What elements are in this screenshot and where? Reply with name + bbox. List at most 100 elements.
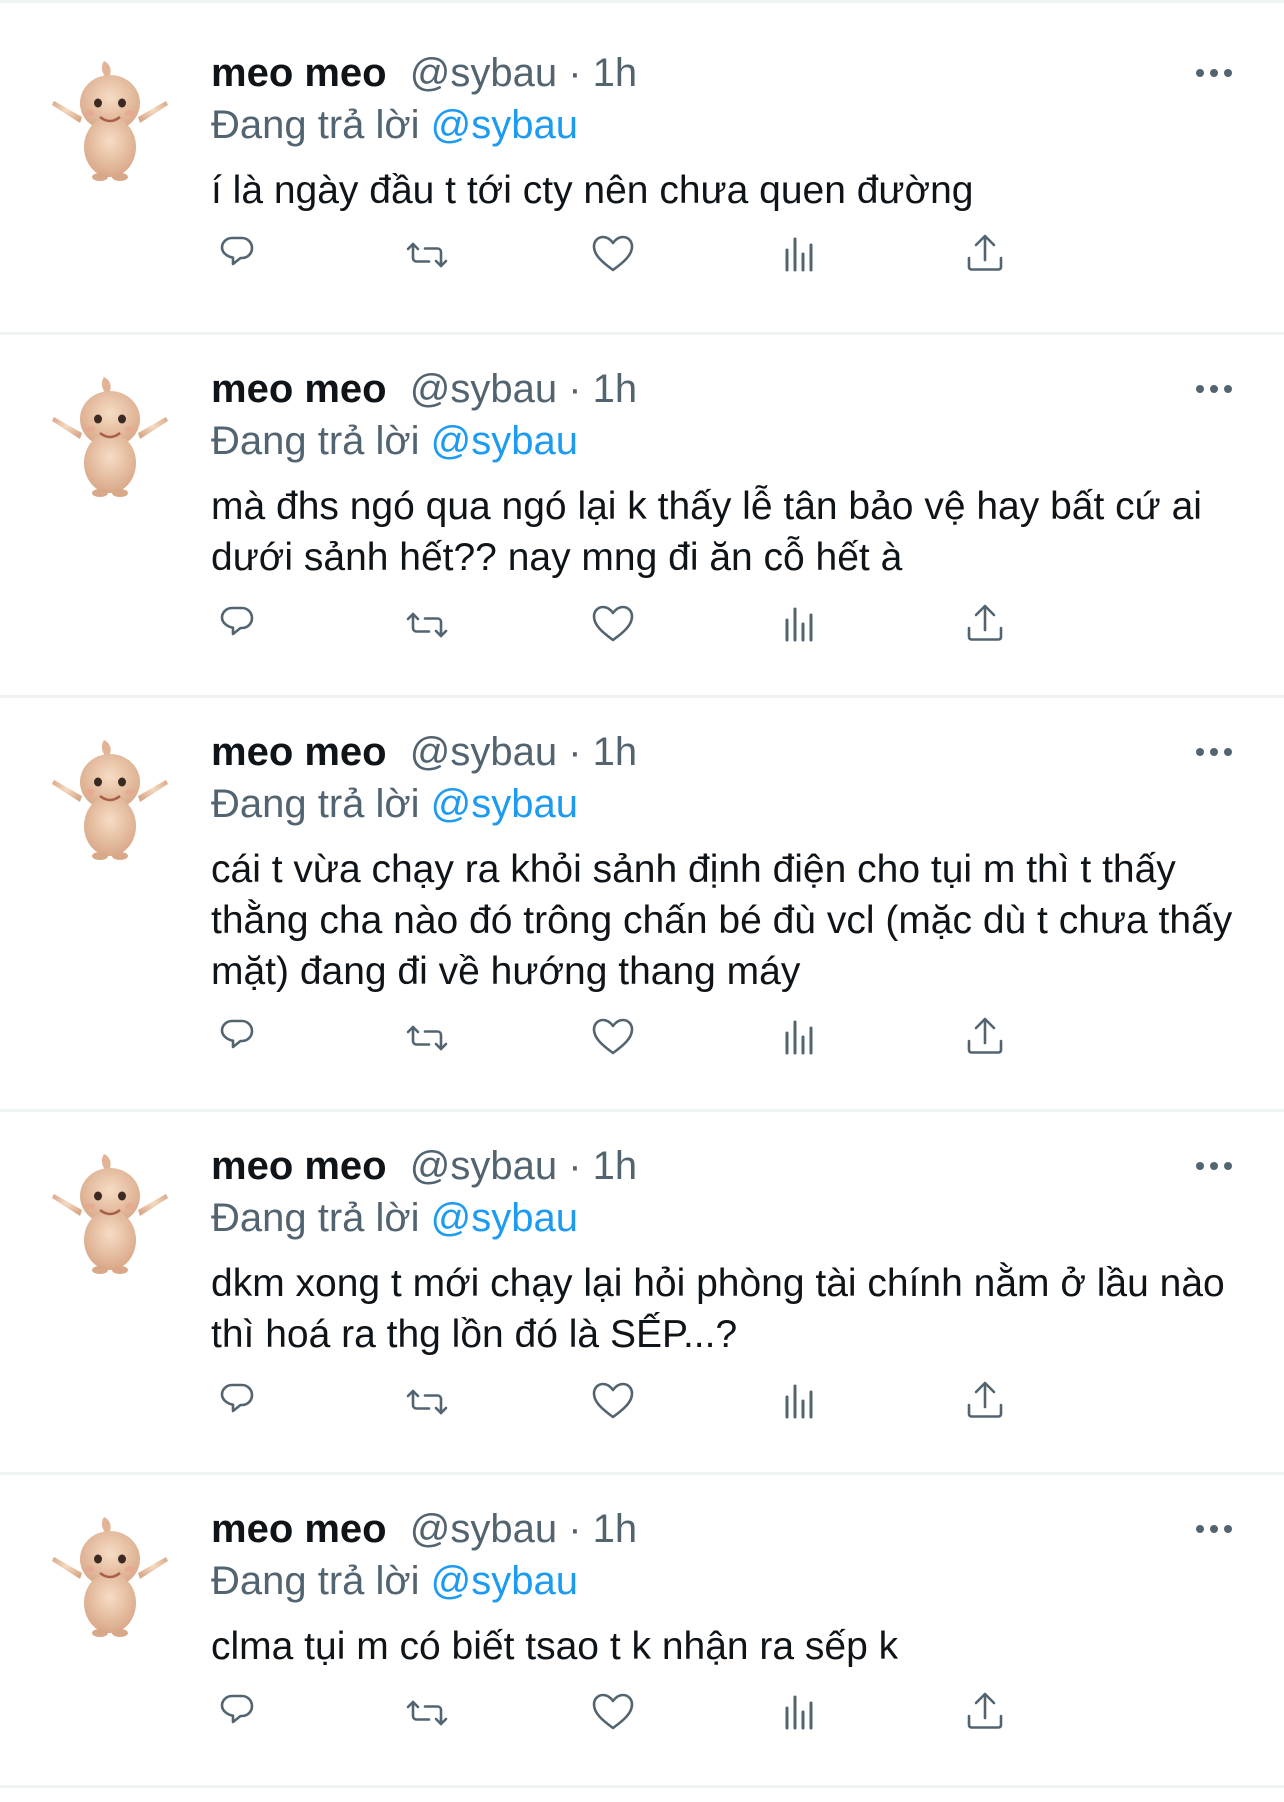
reply-icon (220, 606, 254, 636)
share-button[interactable] (955, 595, 1015, 655)
action-bar (211, 1372, 1151, 1432)
tweet-header: meo meo @sybau · 1h (211, 47, 1244, 99)
replying-to: Đang trả lời @sybau (211, 778, 1244, 830)
handle[interactable]: @sybau (410, 367, 557, 411)
handle[interactable]: @sybau (410, 730, 557, 774)
share-icon (967, 1381, 1003, 1418)
more-dots-icon[interactable] (1184, 367, 1244, 411)
timestamp[interactable]: 1h (593, 730, 638, 774)
like-button[interactable] (583, 1372, 643, 1432)
more-dots-icon[interactable] (1184, 730, 1244, 774)
action-bar (211, 225, 1151, 285)
views-button[interactable] (769, 1008, 829, 1068)
separator: · (568, 730, 582, 774)
replying-to: Đang trả lời @sybau (211, 99, 1244, 151)
share-button[interactable] (955, 1683, 1015, 1743)
tweet-text: mà đhs ngó qua ngó lại k thấy lễ tân bảo… (211, 485, 1202, 579)
avatar[interactable] (46, 1148, 174, 1276)
heart-icon (592, 1018, 634, 1055)
more-dots-icon (1196, 748, 1232, 756)
timestamp[interactable]: 1h (593, 367, 638, 411)
retweet-button[interactable] (397, 1683, 457, 1743)
retweet-icon (406, 1389, 448, 1415)
like-button[interactable] (583, 225, 643, 285)
avatar[interactable] (46, 1511, 174, 1639)
separator: · (568, 51, 582, 95)
display-name[interactable]: meo meo (211, 1507, 387, 1551)
replying-mention[interactable]: @sybau (431, 1559, 578, 1603)
reply-button[interactable] (211, 1683, 271, 1743)
more-dots-icon[interactable] (1184, 1144, 1244, 1188)
handle[interactable]: @sybau (410, 51, 557, 95)
avatar[interactable] (46, 55, 174, 183)
tweet[interactable]: meo meo @sybau · 1h Đang trả lời @sybau … (0, 1475, 1284, 1788)
like-button[interactable] (583, 1683, 643, 1743)
share-button[interactable] (955, 1372, 1015, 1432)
reply-button[interactable] (211, 1008, 271, 1068)
display-name[interactable]: meo meo (211, 1144, 387, 1188)
tweet-text: í là ngày đầu t tới cty nên chưa quen đư… (211, 169, 974, 212)
tweet-header: meo meo @sybau · 1h (211, 726, 1244, 778)
replying-mention[interactable]: @sybau (431, 103, 578, 147)
heart-icon (592, 1382, 634, 1419)
avatar[interactable] (46, 734, 174, 862)
display-name[interactable]: meo meo (211, 51, 387, 95)
handle[interactable]: @sybau (410, 1144, 557, 1188)
replying-to: Đang trả lời @sybau (211, 415, 1244, 467)
analytics-icon (785, 1384, 813, 1419)
retweet-button[interactable] (397, 1008, 457, 1068)
display-name[interactable]: meo meo (211, 730, 387, 774)
replying-prefix: Đang trả lời (211, 419, 420, 463)
replying-to: Đang trả lời @sybau (211, 1555, 1244, 1607)
timestamp[interactable]: 1h (593, 1507, 638, 1551)
reply-button[interactable] (211, 595, 271, 655)
views-button[interactable] (769, 225, 829, 285)
views-button[interactable] (769, 1683, 829, 1743)
analytics-icon (785, 607, 813, 642)
tweet[interactable]: meo meo @sybau · 1h Đang trả lời @sybau … (0, 3, 1284, 335)
tweet-header: meo meo @sybau · 1h (211, 1140, 1244, 1192)
tweet[interactable]: meo meo @sybau · 1h Đang trả lời @sybau … (0, 335, 1284, 698)
action-bar (211, 1683, 1151, 1743)
more-dots-icon[interactable] (1184, 1507, 1244, 1551)
like-button[interactable] (583, 1008, 643, 1068)
views-button[interactable] (769, 1372, 829, 1432)
retweet-button[interactable] (397, 225, 457, 285)
display-name[interactable]: meo meo (211, 367, 387, 411)
more-dots-icon (1196, 69, 1232, 77)
separator: · (568, 1144, 582, 1188)
retweet-icon (406, 1700, 448, 1726)
more-dots-icon (1196, 1525, 1232, 1533)
retweet-icon (406, 612, 448, 638)
share-icon (967, 234, 1003, 271)
replying-mention[interactable]: @sybau (431, 782, 578, 826)
tweet-header: meo meo @sybau · 1h (211, 363, 1244, 415)
retweet-button[interactable] (397, 1372, 457, 1432)
timestamp[interactable]: 1h (593, 51, 638, 95)
like-button[interactable] (583, 595, 643, 655)
tweet-header: meo meo @sybau · 1h (211, 1503, 1244, 1555)
share-button[interactable] (955, 225, 1015, 285)
timestamp[interactable]: 1h (593, 1144, 638, 1188)
replying-prefix: Đang trả lời (211, 103, 420, 147)
analytics-icon (785, 1695, 813, 1730)
heart-icon (592, 1693, 634, 1730)
reply-button[interactable] (211, 225, 271, 285)
retweet-button[interactable] (397, 595, 457, 655)
more-dots-icon[interactable] (1184, 51, 1244, 95)
more-dots-icon (1196, 1162, 1232, 1170)
replying-prefix: Đang trả lời (211, 782, 420, 826)
tweet[interactable]: meo meo @sybau · 1h Đang trả lời @sybau … (0, 698, 1284, 1112)
heart-icon (592, 235, 634, 272)
views-button[interactable] (769, 595, 829, 655)
analytics-icon (785, 1020, 813, 1055)
tweet[interactable]: meo meo @sybau · 1h Đang trả lời @sybau … (0, 1112, 1284, 1475)
share-icon (967, 1692, 1003, 1729)
more-dots-icon (1196, 385, 1232, 393)
share-button[interactable] (955, 1008, 1015, 1068)
replying-mention[interactable]: @sybau (431, 1196, 578, 1240)
reply-button[interactable] (211, 1372, 271, 1432)
replying-mention[interactable]: @sybau (431, 419, 578, 463)
handle[interactable]: @sybau (410, 1507, 557, 1551)
avatar[interactable] (46, 371, 174, 499)
